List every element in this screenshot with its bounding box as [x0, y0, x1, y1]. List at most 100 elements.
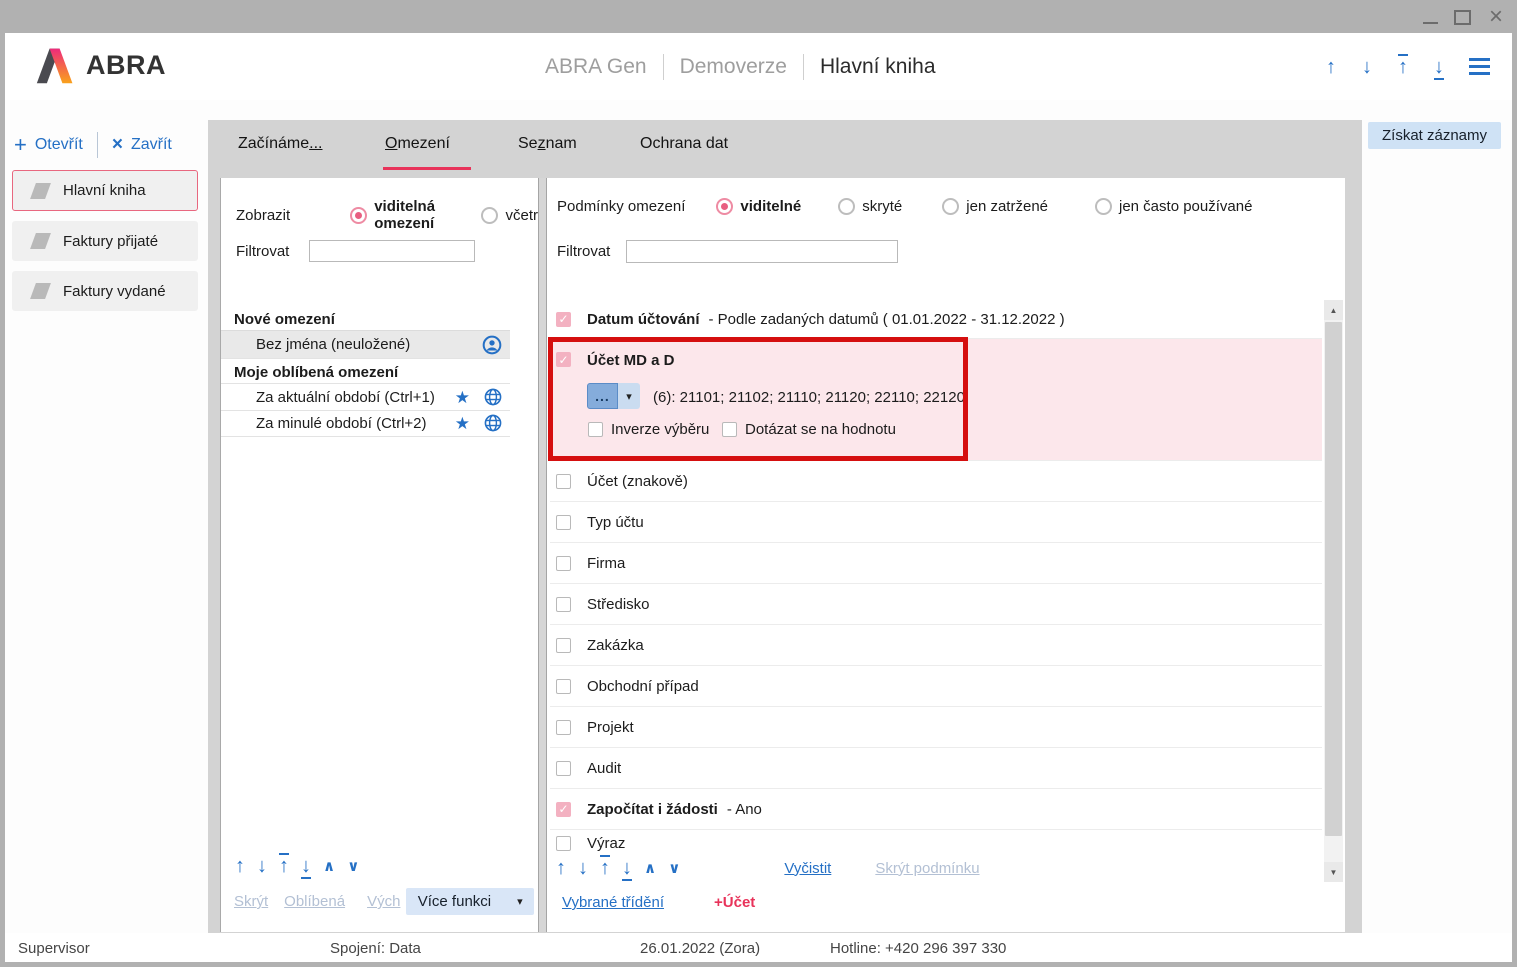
move-down-icon[interactable]: ↓	[256, 854, 268, 878]
tab-seznam[interactable]: Seznam	[518, 135, 577, 153]
scrollbar-thumb[interactable]	[1325, 322, 1342, 836]
nav-down-icon[interactable]: ↓	[1361, 55, 1373, 79]
close-book-button[interactable]: × Zavřít	[112, 136, 172, 154]
chevron-down-icon[interactable]: ▾	[618, 383, 640, 409]
favorite-item-previous-period[interactable]: Za minulé období (Ctrl+2) ★	[221, 410, 510, 437]
checkbox-checked-icon[interactable]: ✓	[556, 802, 571, 817]
hide-link[interactable]: Skrýt	[234, 893, 268, 910]
globe-icon[interactable]	[484, 414, 502, 432]
checkbox-unchecked-icon[interactable]	[556, 638, 571, 653]
nav-first-icon[interactable]: ↑	[1397, 55, 1409, 79]
move-top-icon[interactable]: ↑	[278, 854, 290, 878]
condition-row-stredisko[interactable]: Středisko	[550, 584, 1322, 625]
tab-ochrana-dat[interactable]: Ochrana dat	[640, 135, 728, 153]
conditions-move-toolbar: ↑ ↓ ↑ ↓ ∧ ∨ Vyčistit Skrýt podmínku	[555, 856, 980, 880]
close-button[interactable]: ×	[1483, 6, 1509, 28]
condition-row-ucet-md-a-d[interactable]: ✓ Účet MD a D ... ▾ (6): 21101; 21102; 2…	[550, 339, 1322, 461]
clear-link[interactable]: Vyčistit	[784, 860, 831, 877]
collapse-icon[interactable]: ∧	[643, 859, 657, 878]
radio-hidden-conditions[interactable]: skryté	[838, 198, 902, 215]
move-top-icon[interactable]: ↑	[599, 856, 611, 880]
condition-row-typ-uctu[interactable]: Typ účtu	[550, 502, 1322, 543]
expand-icon[interactable]: ∨	[667, 859, 681, 878]
hide-condition-link[interactable]: Skrýt podmínku	[875, 860, 979, 877]
add-account-button[interactable]: +Účet	[714, 894, 755, 911]
app-subtitle: Demoverze	[680, 55, 787, 79]
checkbox-unchecked-icon[interactable]	[556, 556, 571, 571]
tab-zaciname[interactable]: Začínáme...	[238, 135, 322, 153]
show-label: Zobrazit	[236, 207, 290, 224]
omezeni-content: Zobrazit viditelná omezení včetr Filtrov…	[220, 178, 1345, 932]
checkbox-unchecked-icon[interactable]	[556, 836, 571, 851]
radio-often-used[interactable]: jen často používané	[1095, 198, 1252, 215]
ellipsis-button[interactable]: ...	[587, 383, 618, 409]
condition-row-zapocitat-i-zadosti[interactable]: ✓ Započítat i žádosti - Ano	[550, 789, 1322, 830]
radio-visible-restrictions[interactable]: viditelná omezení	[350, 198, 444, 232]
conditions-scrollbar[interactable]: ▲ ▼	[1324, 300, 1343, 882]
checkbox-checked-icon[interactable]: ✓	[556, 312, 571, 327]
radio-off-icon	[942, 198, 959, 215]
ask-for-value-checkbox[interactable]: Dotázat se na hodnotu	[722, 421, 896, 438]
checkbox-unchecked-icon[interactable]	[588, 422, 603, 437]
window-titlebar: ×	[0, 0, 1517, 33]
globe-icon[interactable]	[484, 388, 502, 406]
radio-off-icon	[838, 198, 855, 215]
move-bottom-icon[interactable]: ↓	[621, 856, 633, 880]
checkbox-unchecked-icon[interactable]	[722, 422, 737, 437]
checkbox-unchecked-icon[interactable]	[556, 761, 571, 776]
checkbox-unchecked-icon[interactable]	[556, 720, 571, 735]
move-bottom-icon[interactable]: ↓	[300, 854, 312, 878]
sidebar-item-faktury-vydane[interactable]: Faktury vydané	[12, 271, 198, 311]
nav-last-icon[interactable]: ↓	[1433, 55, 1445, 79]
condition-row-vyraz[interactable]: Výraz	[550, 830, 1322, 857]
maximize-button[interactable]	[1449, 6, 1475, 28]
restriction-item-unsaved[interactable]: Bez jména (neuložené)	[221, 330, 510, 359]
condition-row-projekt[interactable]: Projekt	[550, 707, 1322, 748]
selected-sorting-link[interactable]: Vybrané třídění	[562, 894, 664, 911]
condition-row-obchodni-pripad[interactable]: Obchodní případ	[550, 666, 1322, 707]
favorite-item-current-period[interactable]: Za aktuální období (Ctrl+1) ★	[221, 384, 510, 411]
checkbox-unchecked-icon[interactable]	[556, 679, 571, 694]
star-icon[interactable]: ★	[455, 415, 470, 432]
checkbox-unchecked-icon[interactable]	[556, 515, 571, 530]
scroll-down-button[interactable]: ▼	[1324, 862, 1343, 882]
checkbox-unchecked-icon[interactable]	[556, 474, 571, 489]
inverse-selection-checkbox[interactable]: Inverze výběru	[588, 421, 709, 438]
book-icon	[30, 283, 51, 299]
get-records-button[interactable]: Získat záznamy	[1368, 122, 1501, 149]
menu-icon[interactable]	[1469, 58, 1490, 75]
panel-splitter[interactable]	[538, 178, 547, 932]
more-functions-label: Více funkci	[418, 893, 491, 910]
condition-row-audit[interactable]: Audit	[550, 748, 1322, 789]
active-tab-indicator	[383, 167, 471, 170]
move-up-icon[interactable]: ↑	[555, 856, 567, 880]
condition-row-datum-uctovani[interactable]: ✓ Datum účtování - Podle zadaných datumů…	[550, 300, 1322, 339]
nav-up-icon[interactable]: ↑	[1325, 55, 1337, 79]
minimize-button[interactable]	[1417, 6, 1443, 28]
radio-visible-conditions[interactable]: viditelné	[716, 198, 801, 215]
expand-icon[interactable]: ∨	[346, 857, 360, 876]
star-icon[interactable]: ★	[455, 389, 470, 406]
tab-omezeni[interactable]: Omezení	[385, 135, 450, 153]
filter-input[interactable]	[309, 240, 475, 262]
collapse-icon[interactable]: ∧	[322, 857, 336, 876]
checkbox-checked-icon[interactable]: ✓	[556, 352, 571, 367]
move-up-icon[interactable]: ↑	[234, 854, 246, 878]
condition-row-ucet-znakove[interactable]: Účet (znakově)	[550, 461, 1322, 502]
radio-including-hidden[interactable]: včetr	[481, 207, 538, 224]
sidebar-item-label: Faktury přijaté	[63, 233, 158, 250]
default-link[interactable]: Vých	[367, 893, 400, 910]
sidebar-item-faktury-prijate[interactable]: Faktury přijaté	[12, 221, 198, 261]
condition-row-firma[interactable]: Firma	[550, 543, 1322, 584]
scroll-up-button[interactable]: ▲	[1324, 300, 1343, 320]
condition-row-zakazka[interactable]: Zakázka	[550, 625, 1322, 666]
open-button[interactable]: + Otevřít	[14, 136, 83, 154]
move-down-icon[interactable]: ↓	[577, 856, 589, 880]
account-selector-button[interactable]: ... ▾	[587, 383, 640, 409]
favorites-link[interactable]: Oblíbená	[284, 893, 345, 910]
sidebar-item-hlavni-kniha[interactable]: Hlavní kniha	[12, 170, 198, 211]
radio-checked-only[interactable]: jen zatržené	[942, 198, 1048, 215]
conditions-filter-input[interactable]	[626, 240, 898, 263]
more-functions-button[interactable]: Více funkci ▾	[406, 888, 534, 915]
checkbox-unchecked-icon[interactable]	[556, 597, 571, 612]
